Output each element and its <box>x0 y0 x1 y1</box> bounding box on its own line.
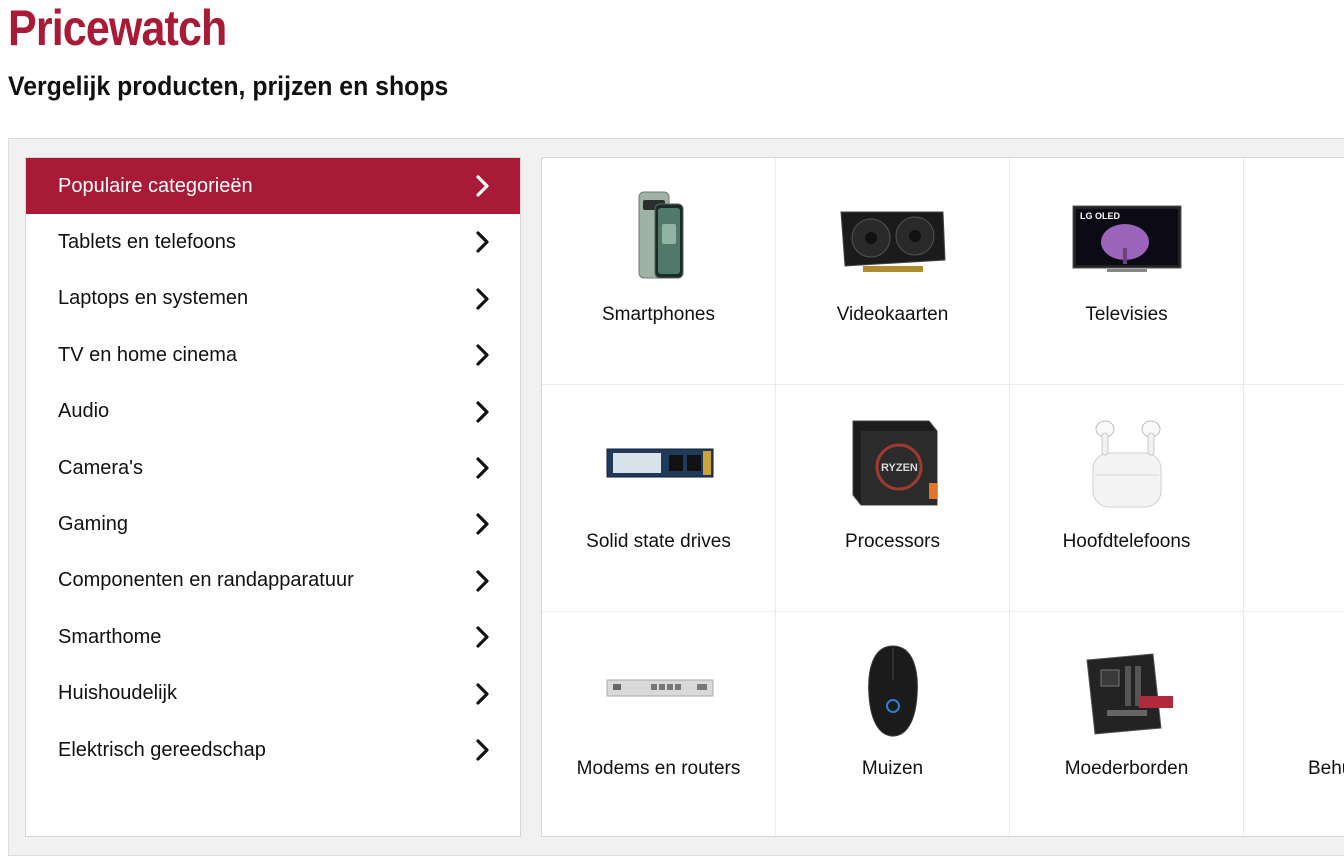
sidebar-item-label: Huishoudelijk <box>58 682 177 705</box>
sidebar-item-laptops-en-systemen[interactable]: Laptops en systemen <box>26 271 520 327</box>
category-tile-hoofdtelefoons[interactable]: Hoofdtelefoons <box>1010 385 1244 612</box>
chevron-right-icon <box>476 175 489 197</box>
category-label: Processors <box>844 531 941 552</box>
category-label: Solid state drives <box>586 531 731 552</box>
category-sidebar: Populaire categorieën Tablets en telefoon… <box>25 157 521 837</box>
category-tile-muizen[interactable]: Muizen <box>776 612 1010 836</box>
chevron-right-icon <box>476 682 489 705</box>
processor-box-image: RYZEN <box>852 420 937 506</box>
sidebar-item-tv-en-home-cinema[interactable]: TV en home cinema <box>26 327 520 383</box>
sidebar-item-label: TV en home cinema <box>58 343 237 366</box>
category-tile-moederborden[interactable]: Moederborden <box>1010 612 1244 836</box>
category-label: Smartphones <box>601 304 715 325</box>
chevron-right-icon <box>476 231 489 253</box>
category-label: Muizen <box>861 758 924 779</box>
earbuds-image <box>1092 420 1161 508</box>
sidebar-item-label: Smarthome <box>58 625 162 648</box>
chevron-right-icon <box>476 570 489 592</box>
category-label: Televisies <box>1085 304 1168 325</box>
sidebar-item-componenten-en-randapparatuur[interactable]: Componenten en randapparatuur <box>26 553 520 609</box>
sidebar-item-label: Laptops en systemen <box>58 287 249 310</box>
monitor-image <box>1301 186 1344 286</box>
category-tile-televisies[interactable]: LG OLED Televisies <box>1010 158 1244 385</box>
chevron-right-icon <box>476 513 489 535</box>
ssd-image <box>606 448 713 478</box>
category-label: Videokaarten <box>836 304 949 325</box>
sidebar-item-label: Populaire categorieën <box>58 174 253 197</box>
category-tile-videokaarten[interactable]: Videokaarten <box>776 158 1010 385</box>
pc-case-image <box>1301 640 1344 740</box>
sidebar-item-label: Tablets en telefoons <box>58 230 236 253</box>
sidebar-item-audio[interactable]: Audio <box>26 384 520 440</box>
sidebar-item-populaire-categorie-n[interactable]: Populaire categorieën <box>26 158 520 214</box>
graphics-card-image <box>839 211 946 272</box>
sidebar-item-label: Elektrisch gereedschap <box>58 738 266 761</box>
chevron-right-icon <box>476 400 489 423</box>
category-tile-behuizingen[interactable]: Behu <box>1244 612 1344 836</box>
chevron-right-icon <box>476 457 489 479</box>
motherboard-image <box>1085 653 1173 735</box>
svg-text:RYZEN: RYZEN <box>881 462 918 474</box>
chevron-right-icon <box>476 344 489 366</box>
sidebar-item-huishoudelijk[interactable]: Huishoudelijk <box>26 666 520 722</box>
category-tile-monitors[interactable]: Mo <box>1244 158 1344 385</box>
category-label: Modems en routers <box>576 758 741 779</box>
category-tile-solid-state-drives[interactable]: Solid state drives <box>542 385 776 612</box>
category-label: Hoofdtelefoons <box>1062 531 1191 552</box>
smartphone-image <box>638 191 683 279</box>
sidebar-item-label: Gaming <box>58 512 129 535</box>
page-title: Pricewatch <box>8 0 227 56</box>
chevron-right-icon <box>476 288 489 310</box>
sidebar-item-elektrisch-gereedschap[interactable]: Elektrisch gereedschap <box>26 722 520 778</box>
category-tile-processors[interactable]: RYZEN Processors <box>776 385 1010 612</box>
tablet-image <box>1301 413 1344 513</box>
category-tile-tablets[interactable]: Ta <box>1244 385 1344 612</box>
sidebar-item-gaming[interactable]: Gaming <box>26 496 520 552</box>
category-grid: Smartphones Videokaarten LG OLED Televis… <box>541 157 1344 837</box>
page-subtitle: Vergelijk producten, prijzen en shops <box>8 71 449 101</box>
sidebar-item-camera-s[interactable]: Camera's <box>26 440 520 496</box>
television-image: LG OLED <box>1072 205 1181 272</box>
sidebar-item-label: Camera's <box>58 456 143 479</box>
sidebar-item-label: Componenten en randapparatuur <box>58 569 354 592</box>
svg-text:LG OLED: LG OLED <box>1080 211 1120 221</box>
chevron-right-icon <box>476 626 489 648</box>
category-label: Moederborden <box>1064 758 1189 779</box>
chevron-right-icon <box>476 739 489 761</box>
router-image <box>606 679 713 697</box>
sidebar-item-label: Audio <box>58 400 110 423</box>
category-tile-smartphones[interactable]: Smartphones <box>542 158 776 385</box>
sidebar-item-smarthome[interactable]: Smarthome <box>26 609 520 665</box>
category-label: Behu <box>1308 758 1344 779</box>
mouse-image <box>867 645 918 737</box>
category-tile-modems-en-routers[interactable]: Modems en routers <box>542 612 776 836</box>
sidebar-item-tablets-en-telefoons[interactable]: Tablets en telefoons <box>26 214 520 270</box>
